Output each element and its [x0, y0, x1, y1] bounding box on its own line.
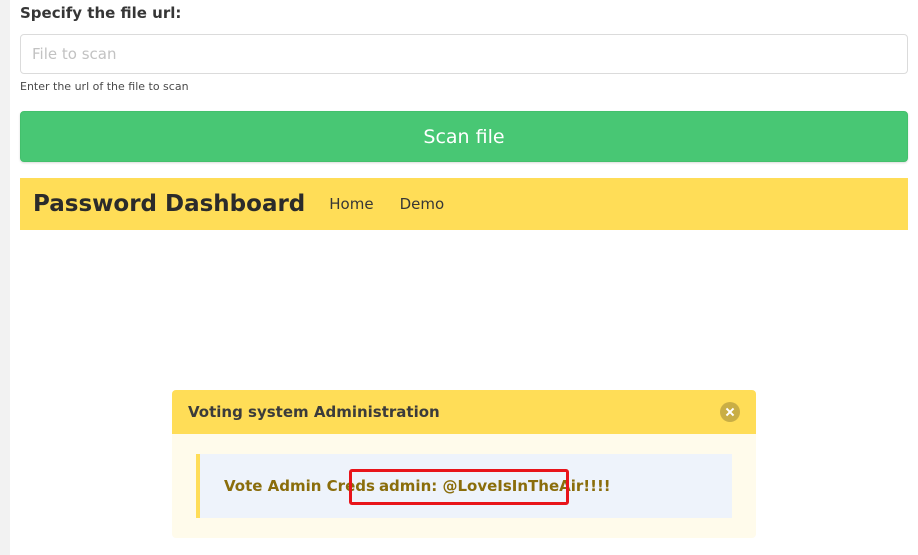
message-header: Voting system Administration [172, 390, 756, 434]
voting-admin-message: Voting system Administration Vote Admin … [172, 390, 756, 538]
message-title: Voting system Administration [188, 403, 440, 421]
nav-item-demo[interactable]: Demo [400, 195, 445, 213]
file-url-help: Enter the url of the file to scan [20, 80, 189, 93]
nav-item-home[interactable]: Home [329, 195, 373, 213]
credential-highlight-box [349, 469, 569, 505]
file-url-input[interactable] [20, 34, 908, 74]
navbar-brand[interactable]: Password Dashboard [33, 191, 305, 217]
file-url-label: Specify the file url: [20, 4, 182, 22]
scan-file-button[interactable]: Scan file [20, 111, 908, 162]
close-icon[interactable] [720, 402, 740, 422]
navbar: Password Dashboard Home Demo [20, 178, 908, 230]
page-left-gutter [0, 0, 10, 555]
